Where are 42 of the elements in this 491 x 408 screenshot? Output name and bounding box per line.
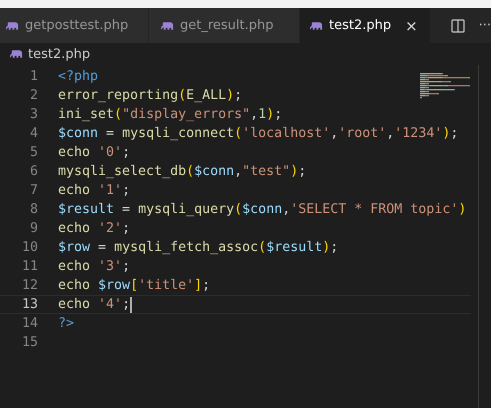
elephant-icon	[10, 49, 23, 59]
line-number: 13	[20, 297, 38, 312]
code-line: ?>	[58, 316, 74, 331]
code-line: $result = mysqli_query($conn,'SELECT * FROM topic')	[58, 202, 466, 217]
more-actions-icon[interactable]: ···	[478, 18, 491, 33]
code-line: echo $row['title'];	[58, 278, 210, 293]
file-tab[interactable]: getposttest.php	[0, 8, 149, 43]
line-number: 9	[28, 221, 38, 236]
line-number: 11	[20, 259, 38, 274]
line-number: 8	[28, 202, 38, 217]
elephant-icon	[6, 20, 19, 30]
code-line: mysqli_select_db($conn,"test");	[58, 164, 306, 179]
line-number: 2	[28, 88, 38, 103]
code-line: <?php	[58, 69, 98, 84]
breadcrumb-item[interactable]: test2.php	[10, 46, 90, 62]
code-line: ini_set("display_errors",1);	[58, 107, 282, 122]
line-number: 7	[28, 183, 38, 198]
file-tab[interactable]: test2.php ×	[300, 8, 431, 43]
line-number: 6	[28, 164, 38, 179]
text-cursor	[130, 296, 132, 312]
line-number: 5	[28, 145, 38, 160]
code-line: echo '2';	[58, 221, 130, 236]
elephant-icon	[161, 20, 174, 30]
split-editor-icon[interactable]	[450, 18, 465, 32]
code-line: echo '1';	[58, 183, 130, 198]
code-line: echo '0';	[58, 145, 130, 160]
code-line: error_reporting(E_ALL);	[58, 88, 242, 103]
line-number: 15	[20, 335, 38, 350]
line-number: 10	[20, 240, 38, 255]
code-line: $conn = mysqli_connect('localhost','root','1234');	[58, 126, 458, 141]
code-line: echo '3';	[58, 259, 130, 274]
code-line: echo '4';	[58, 297, 130, 312]
file-tab[interactable]: get_result.php	[149, 8, 300, 43]
close-icon[interactable]: ×	[405, 16, 418, 34]
line-number: 3	[28, 107, 38, 122]
code-line: $row = mysqli_fetch_assoc($result);	[58, 240, 338, 255]
minimap-drawing	[420, 73, 470, 99]
line-number: 14	[20, 316, 38, 331]
line-number: 4	[28, 126, 38, 141]
line-number: 1	[28, 69, 38, 84]
elephant-icon	[310, 20, 323, 30]
line-number: 12	[20, 278, 38, 293]
